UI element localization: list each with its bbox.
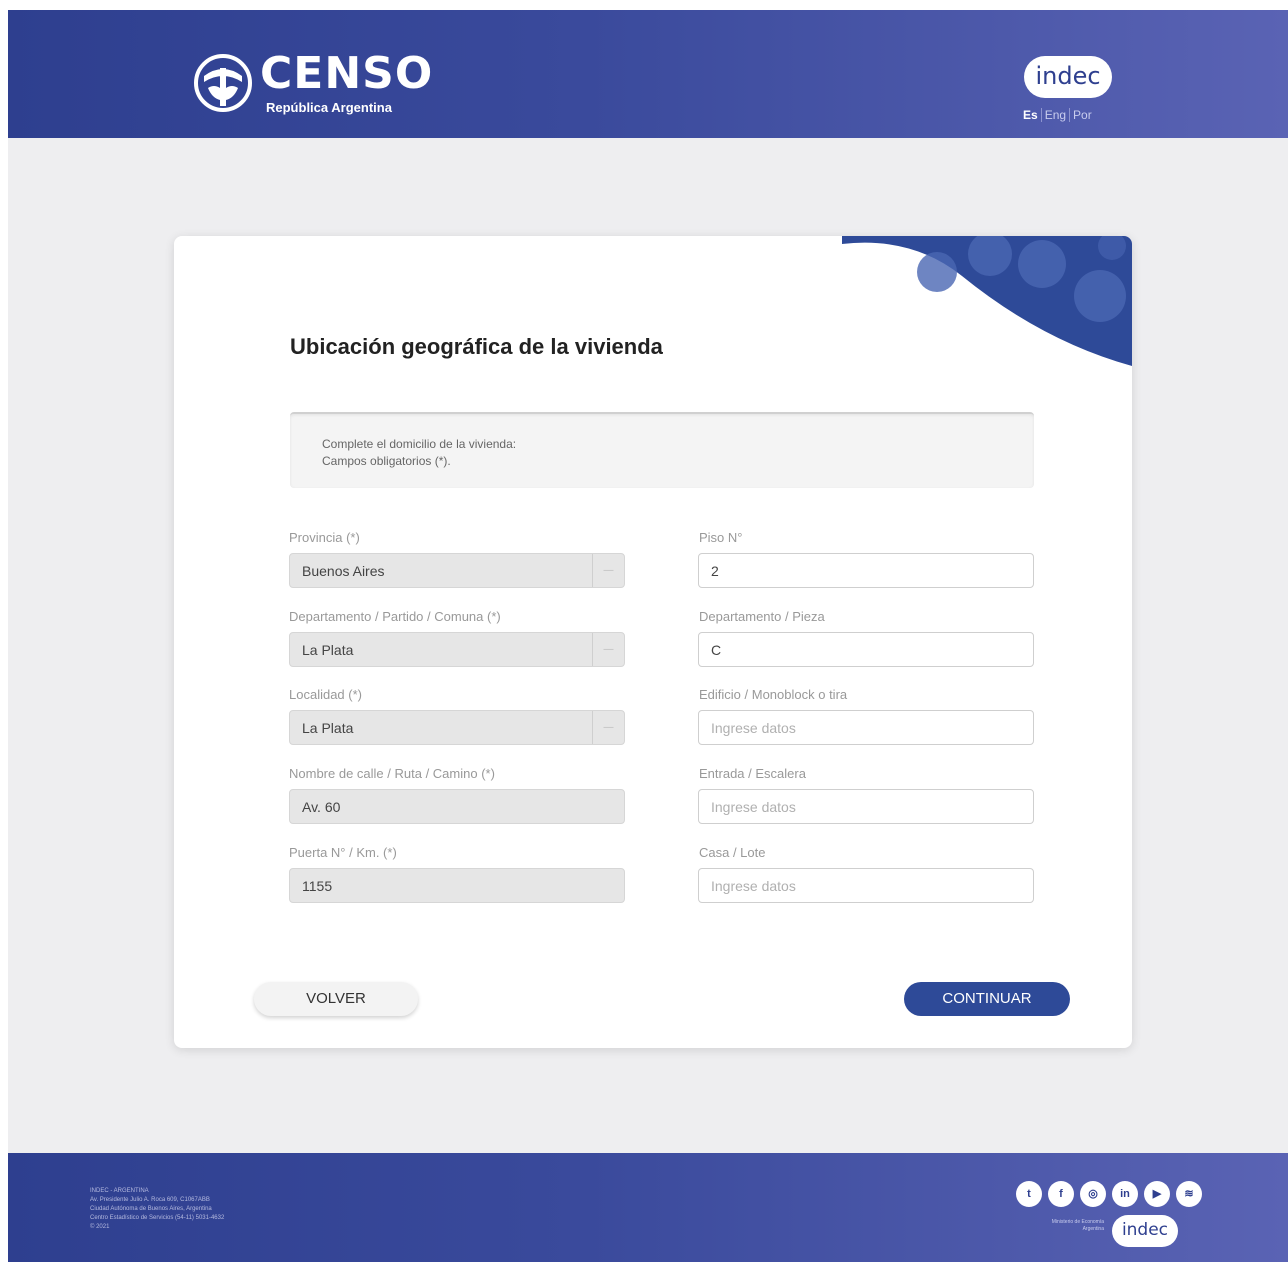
twitter-icon[interactable]: t bbox=[1016, 1181, 1042, 1207]
puerta-label: Puerta N° / Km. (*) bbox=[289, 845, 397, 860]
footer-line: INDEC - ARGENTINA bbox=[90, 1188, 149, 1194]
info-line: Campos obligatorios (*). bbox=[322, 454, 451, 468]
depto-pieza-label: Departamento / Pieza bbox=[699, 609, 825, 624]
chevron-down-icon[interactable]: — bbox=[592, 633, 624, 666]
edificio-field[interactable]: Ingrese datos bbox=[698, 710, 1034, 745]
casa-label: Casa / Lote bbox=[699, 845, 766, 860]
footer-line: Av. Presidente Julio A. Roca 609, C1067A… bbox=[90, 1197, 210, 1203]
censo-logo-icon bbox=[194, 54, 252, 112]
info-line: Complete el domicilio de la vivienda: bbox=[322, 437, 517, 451]
provincia-value: Buenos Aires bbox=[302, 563, 385, 579]
calle-label: Nombre de calle / Ruta / Camino (*) bbox=[289, 766, 495, 781]
lang-por-link[interactable]: Por bbox=[1069, 108, 1095, 122]
back-button[interactable]: VOLVER bbox=[254, 982, 418, 1016]
depto-pieza-field[interactable]: C bbox=[698, 632, 1034, 667]
header: CENSO República Argentina indec Es Eng Por bbox=[8, 10, 1288, 138]
linkedin-icon[interactable]: in bbox=[1112, 1181, 1138, 1207]
chevron-down-icon[interactable]: — bbox=[592, 711, 624, 744]
footer-line: Centro Estadístico de Servicios (54-11) … bbox=[90, 1215, 225, 1221]
decorative-wave bbox=[842, 236, 1132, 366]
casa-field[interactable]: Ingrese datos bbox=[698, 868, 1034, 903]
departamento-value: La Plata bbox=[302, 642, 354, 658]
provincia-label: Provincia (*) bbox=[289, 530, 360, 545]
logo-title: CENSO bbox=[260, 48, 434, 99]
ministry-logo: Ministerio de Economía Argentina bbox=[1032, 1219, 1104, 1233]
departamento-select[interactable]: La Plata — bbox=[289, 632, 625, 667]
piso-field[interactable]: 2 bbox=[698, 553, 1034, 588]
lang-eng-link[interactable]: Eng bbox=[1040, 108, 1069, 122]
puerta-field[interactable]: 1155 bbox=[289, 868, 625, 903]
ministry-line: Ministerio de Economía bbox=[1051, 1219, 1104, 1225]
social-links: t f ◎ in ▶ ≋ bbox=[1016, 1181, 1202, 1207]
info-box: Complete el domicilio de la vivienda: Ca… bbox=[290, 412, 1034, 488]
provincia-select[interactable]: Buenos Aires — bbox=[289, 553, 625, 588]
edificio-label: Edificio / Monoblock o tira bbox=[699, 687, 848, 702]
footer-line: © 2021 bbox=[90, 1224, 110, 1230]
piso-label: Piso N° bbox=[699, 530, 743, 545]
localidad-select[interactable]: La Plata — bbox=[289, 710, 625, 745]
youtube-icon[interactable]: ▶ bbox=[1144, 1181, 1170, 1207]
form-card: Ubicación geográfica de la vivienda Comp… bbox=[174, 236, 1132, 1048]
language-switcher: Es Eng Por bbox=[1023, 108, 1095, 122]
lang-es-link[interactable]: Es bbox=[1023, 108, 1041, 122]
footer-line: Ciudad Autónoma de Buenos Aires, Argenti… bbox=[90, 1206, 212, 1212]
entrada-label: Entrada / Escalera bbox=[699, 766, 806, 781]
continue-button[interactable]: CONTINUAR bbox=[904, 982, 1070, 1016]
footer-address: INDEC - ARGENTINA Av. Presidente Julio A… bbox=[90, 1187, 224, 1232]
facebook-icon[interactable]: f bbox=[1048, 1181, 1074, 1207]
chevron-down-icon[interactable]: — bbox=[592, 554, 624, 587]
footer-indec-logo[interactable]: indec bbox=[1112, 1215, 1178, 1247]
footer: INDEC - ARGENTINA Av. Presidente Julio A… bbox=[8, 1153, 1288, 1262]
calle-field[interactable]: Av. 60 bbox=[289, 789, 625, 824]
indec-logo[interactable]: indec bbox=[1024, 56, 1112, 98]
localidad-label: Localidad (*) bbox=[289, 687, 362, 702]
spotify-icon[interactable]: ≋ bbox=[1176, 1181, 1202, 1207]
ministry-line: Argentina bbox=[1082, 1226, 1104, 1232]
localidad-value: La Plata bbox=[302, 720, 354, 736]
entrada-field[interactable]: Ingrese datos bbox=[698, 789, 1034, 824]
departamento-label: Departamento / Partido / Comuna (*) bbox=[289, 609, 501, 624]
logo-subtitle: República Argentina bbox=[266, 100, 392, 115]
instagram-icon[interactable]: ◎ bbox=[1080, 1181, 1106, 1207]
page-title: Ubicación geográfica de la vivienda bbox=[290, 334, 663, 359]
